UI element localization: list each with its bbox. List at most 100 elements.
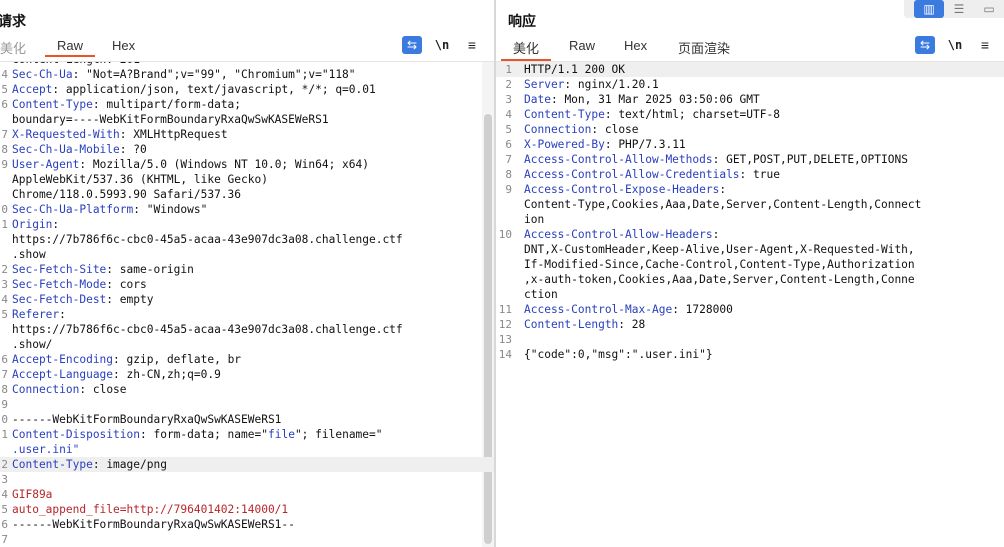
header-name: Accept-Encoding xyxy=(12,353,114,366)
header-value: PHP/7.3.11 xyxy=(611,138,686,151)
code-line: 8 Access-Control-Allow-Credentials: true xyxy=(496,167,1004,182)
response-tab-render[interactable]: 页面渲染 xyxy=(678,38,730,57)
code-line: 8 Connection: close xyxy=(0,382,494,397)
line-number: 4 xyxy=(505,108,512,121)
line-number: 8 xyxy=(1,143,8,156)
split-vertical-icon[interactable]: ☰ xyxy=(944,0,974,18)
line-content: boundary=----WebKitFormBoundaryRxaQwSwKA… xyxy=(12,113,329,126)
line-number: 1 xyxy=(505,63,512,76)
code-line: 10 Access-Control-Allow-Headers: xyxy=(496,227,1004,242)
code-line: Content-Type,Cookies,Aaa,Date,Server,Con… xyxy=(496,197,1004,212)
line-content: Sec-Fetch-Dest: empty xyxy=(12,293,154,306)
line-content: X-Requested-With: XMLHttpRequest xyxy=(12,128,228,141)
header-value: text/html; charset=UTF-8 xyxy=(611,108,780,121)
header-name: User-Agent xyxy=(12,158,80,171)
header-name: Content-Type xyxy=(524,108,605,121)
header-value: 28 xyxy=(625,318,646,331)
code-line: 12 Content-Length: 28 xyxy=(496,317,1004,332)
code-line: DNT,X-CustomHeader,Keep-Alive,User-Agent… xyxy=(496,242,1004,257)
code-line: 4 Sec-Ch-Ua: "Not=A?Brand";v="99", "Chrom… xyxy=(0,67,494,82)
header-value: multipart/form-data; xyxy=(99,98,242,111)
line-content: AppleWebKit/537.36 (KHTML, like Gecko) xyxy=(12,173,268,186)
line-content: ------WebKitFormBoundaryRxaQwSwKASEWeRS1 xyxy=(12,413,282,426)
header-value: application/json, text/javascript, */*; … xyxy=(59,83,376,96)
line-number: 3 xyxy=(505,93,512,106)
line-content: Access-Control-Expose-Headers: xyxy=(524,183,727,196)
line-content: Referer: xyxy=(12,308,66,321)
header-name: Connection xyxy=(524,123,592,136)
header-name: Access-Control-Allow-Methods xyxy=(524,153,713,166)
code-line: ction xyxy=(496,287,1004,302)
line-content: GIF89a xyxy=(12,488,53,501)
split-horizontal-icon[interactable]: ▥ xyxy=(914,0,944,18)
code-line: 2 Sec-Fetch-Site: same-origin xyxy=(0,262,494,277)
response-pane: ▥ ☰ ▭ 响应 美化 Raw Hex 页面渲染 ⇆ \n ≡ 1 HTTP/1.… xyxy=(496,0,1004,547)
menu-icon[interactable]: ≡ xyxy=(975,36,995,54)
code-line: 7 Access-Control-Allow-Methods: GET,POST,… xyxy=(496,152,1004,167)
line-number: 8 xyxy=(505,168,512,181)
wrap-lines-icon[interactable]: ⇆ xyxy=(915,36,935,54)
line-content: .user.ini" xyxy=(12,443,80,456)
line-number: 13 xyxy=(498,333,512,346)
line-number: 12 xyxy=(498,318,512,331)
line-number: 2 xyxy=(1,263,8,276)
code-line: ion xyxy=(496,212,1004,227)
line-number: 4 xyxy=(1,293,8,306)
line-number: 6 xyxy=(1,518,8,531)
line-number: 8 xyxy=(1,383,8,396)
request-tabs: 美化 Raw Hex ⇆ \n ≡ xyxy=(0,36,494,58)
line-content: Connection: close xyxy=(12,383,127,396)
request-tab-raw[interactable]: Raw xyxy=(44,38,96,57)
line-number: 6 xyxy=(1,98,8,111)
response-editor[interactable]: 1 HTTP/1.1 200 OK 2 Server: nginx/1.20.1 3 Da… xyxy=(496,61,1004,547)
request-editor[interactable]: Content-Length: 2014Sec-Ch-Ua: "Not=A?Br… xyxy=(0,61,494,547)
header-name: Sec-Ch-Ua xyxy=(12,68,73,81)
line-number: 3 xyxy=(1,473,8,486)
header-value: XMLHttpRequest xyxy=(126,128,228,141)
header-name: Access-Control-Expose-Headers xyxy=(524,183,720,196)
line-content: Date: Mon, 31 Mar 2025 03:50:06 GMT xyxy=(524,93,760,106)
header-value: 1728000 xyxy=(678,303,733,316)
code-line: 13 xyxy=(496,332,1004,347)
request-tab-hex[interactable]: Hex xyxy=(112,38,135,53)
response-tab-hex[interactable]: Hex xyxy=(624,38,647,53)
wrap-lines-icon[interactable]: ⇆ xyxy=(402,36,422,54)
newline-toggle-button[interactable]: \n xyxy=(432,36,452,54)
code-line: boundary=----WebKitFormBoundaryRxaQwSwKA… xyxy=(0,112,494,127)
line-content: Access-Control-Max-Age: 1728000 xyxy=(524,303,733,316)
code-line: 2 Server: nginx/1.20.1 xyxy=(496,77,1004,92)
line-content: https://7b786f6c-cbc0-45a5-acaa-43e907dc… xyxy=(12,233,403,246)
response-tab-raw[interactable]: Raw xyxy=(569,38,595,53)
header-name: Content-Length xyxy=(524,318,619,331)
line-number: 5 xyxy=(505,123,512,136)
single-view-icon[interactable]: ▭ xyxy=(974,0,1004,18)
code-line: .show/ xyxy=(0,337,494,352)
newline-toggle-button[interactable]: \n xyxy=(945,36,965,54)
line-number: 5 xyxy=(1,308,8,321)
request-tab-pretty[interactable]: 美化 xyxy=(0,38,26,57)
line-number: 1 xyxy=(1,428,8,441)
code-line: 9 Access-Control-Expose-Headers: xyxy=(496,182,1004,197)
header-name: X-Powered-By xyxy=(524,138,605,151)
menu-icon[interactable]: ≡ xyxy=(462,36,482,54)
header-value: GET,POST,PUT,DELETE,OPTIONS xyxy=(719,153,908,166)
header-name: Origin xyxy=(12,218,53,231)
code-line: 6 Accept-Encoding: gzip, deflate, br xyxy=(0,352,494,367)
line-content: .show/ xyxy=(12,338,53,351)
line-content: Connection: close xyxy=(524,123,639,136)
code-line: 7 xyxy=(0,532,494,547)
code-line: 3 Sec-Fetch-Mode: cors xyxy=(0,277,494,292)
code-line: 5 Connection: close xyxy=(496,122,1004,137)
code-line: 1 Origin: xyxy=(0,217,494,232)
line-number: 5 xyxy=(1,503,8,516)
line-content: X-Powered-By: PHP/7.3.11 xyxy=(524,138,686,151)
line-content: Sec-Fetch-Site: same-origin xyxy=(12,263,194,276)
response-tab-pretty[interactable]: 美化 xyxy=(500,38,552,61)
line-content: Content-Length: 28 xyxy=(524,318,646,331)
line-number: 0 xyxy=(1,413,8,426)
header-name: Sec-Ch-Ua-Mobile xyxy=(12,143,120,156)
line-number: 10 xyxy=(498,228,512,241)
line-content: Content-Type: text/html; charset=UTF-8 xyxy=(524,108,780,121)
header-value: image/png xyxy=(99,458,167,471)
line-content: ion xyxy=(524,213,545,226)
